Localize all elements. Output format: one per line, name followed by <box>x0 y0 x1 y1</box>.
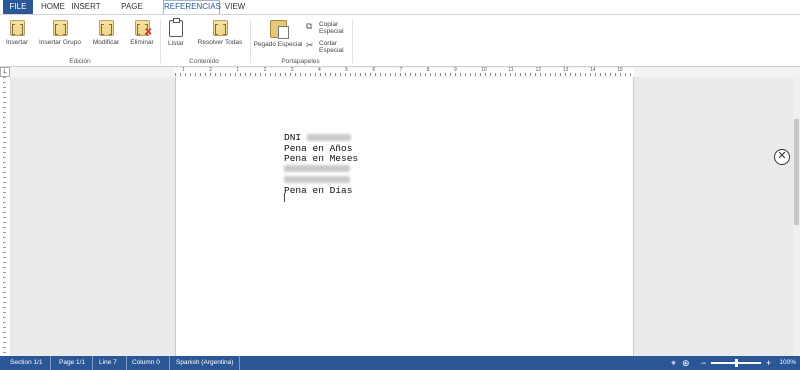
insertar-button[interactable]: Insertar <box>4 20 30 46</box>
cortar-especial-button[interactable]: ✂ Cortar Especial <box>306 40 348 56</box>
ruler-number: 12 <box>535 67 542 73</box>
scissors-icon: ✂ <box>306 40 314 50</box>
text-caret <box>284 193 285 202</box>
ribbon-separator <box>250 19 251 63</box>
ribbon-separator <box>160 19 161 63</box>
horizontal-ruler[interactable]: 1 2 1 2 3 4 5 6 7 8 9 10 11 12 13 14 15 <box>175 67 634 76</box>
editor-app: FILE HOME INSERT PAGE LAYOUT REFERENCIAS… <box>0 0 800 370</box>
tab-home[interactable]: HOME <box>39 0 67 14</box>
ruler-bar: L 1 2 1 2 3 4 5 6 7 8 9 10 11 12 13 14 15 <box>0 67 800 77</box>
contenido-group-label: Contenido <box>189 58 219 65</box>
ruler-number: 13 <box>562 67 569 73</box>
document-line-text: Pena en Años <box>284 142 353 154</box>
zoom-in-button[interactable]: + <box>766 356 771 370</box>
eliminar-label: Eliminar <box>130 39 154 46</box>
ruler-number: 10 <box>481 67 487 73</box>
insert-field-icon <box>9 20 25 36</box>
close-icon[interactable]: ✕ <box>774 149 790 165</box>
delete-field-icon: ✕ <box>134 20 153 38</box>
tab-insert[interactable]: INSERT <box>71 0 101 14</box>
zoom-control: ⌖ ⊕ − + 100% <box>671 356 796 370</box>
ruler-number: 11 <box>508 67 514 73</box>
document-line-text: Pena en Meses <box>284 153 359 164</box>
ruler-number: 14 <box>590 67 596 73</box>
scrollbar-thumb[interactable] <box>794 119 799 225</box>
ruler-number: 8 <box>426 67 430 73</box>
modify-field-icon <box>98 20 114 36</box>
ruler-number: 1 <box>236 67 240 73</box>
tab-stop-selector[interactable]: L <box>0 67 10 77</box>
vertical-ruler[interactable] <box>0 77 10 356</box>
portapapeles-group-label: Portapapeles <box>281 58 320 65</box>
ruler-number: 2 <box>263 67 267 73</box>
zoom-value[interactable]: 100% <box>779 356 796 370</box>
fit-page-icon[interactable]: ⌖ <box>671 356 676 370</box>
ruler-number: 15 <box>617 67 623 73</box>
tab-file[interactable]: FILE <box>3 0 33 14</box>
eliminar-button[interactable]: ✕ Eliminar <box>128 20 156 46</box>
document-page[interactable]: DNI Pena en Años Pena en Meses Pena en Día… <box>175 77 634 356</box>
ruler-number: 5 <box>345 67 348 73</box>
fit-width-icon[interactable]: ⊕ <box>682 356 690 370</box>
resolve-all-icon <box>212 20 228 36</box>
resolver-todas-label: Resolver Todas <box>197 39 243 46</box>
copiar-especial-button[interactable]: ⧉ Copiar Especial <box>306 21 348 37</box>
tab-referencias[interactable]: REFERENCIAS <box>163 0 221 14</box>
listar-button[interactable]: Listar <box>163 18 189 47</box>
listar-label: Listar <box>168 40 184 47</box>
vertical-scrollbar[interactable] <box>793 77 800 356</box>
ribbon-separator <box>352 19 353 63</box>
status-column: Column 0 <box>128 356 170 370</box>
ruler-number: 6 <box>372 67 376 73</box>
zoom-out-button[interactable]: − <box>701 356 706 370</box>
status-page: Page 1/1 <box>55 356 93 370</box>
modificar-label: Modificar <box>92 39 120 46</box>
copiar-label-2: Especial <box>319 28 344 35</box>
cortar-label-1: Cortar <box>319 40 338 47</box>
copy-icon: ⧉ <box>306 21 313 31</box>
ribbon-panel: Insertar Insertar Grupo Modificar ✕ Elim… <box>0 14 800 67</box>
insertar-label: Insertar <box>5 39 29 46</box>
delete-x-icon: ✕ <box>144 27 153 38</box>
ruler-number: 7 <box>399 67 403 73</box>
redacted-value <box>284 165 350 173</box>
pegado-especial-label: Pegado Especial <box>253 41 303 48</box>
document-line[interactable] <box>284 165 358 176</box>
status-bar: Section 1/1 Page 1/1 Line 7 Column 0 Spa… <box>0 356 800 370</box>
redacted-value <box>306 133 351 141</box>
document-workspace: DNI Pena en Años Pena en Meses Pena en Día… <box>0 77 800 356</box>
tab-page-layout[interactable]: PAGE LAYOUT <box>105 0 159 25</box>
insertar-grupo-label: Insertar Grupo <box>39 39 81 46</box>
pegado-especial-button[interactable]: Pegado Especial <box>253 20 303 48</box>
resolver-todas-button[interactable]: Resolver Todas <box>195 20 245 46</box>
document-line[interactable]: Pena en Días <box>284 184 358 197</box>
ruler-number: 9 <box>454 67 457 73</box>
document-line-text: DNI <box>284 132 307 143</box>
redacted-value <box>284 175 350 183</box>
ruler-number: 1 <box>182 67 185 73</box>
status-section: Section 1/1 <box>6 356 51 370</box>
ribbon-tab-bar: FILE HOME INSERT PAGE LAYOUT REFERENCIAS… <box>0 0 800 25</box>
copiar-label-1: Copiar <box>319 21 339 28</box>
edicion-group-label: Edición <box>69 58 91 65</box>
document-line[interactable]: Pena en Meses <box>284 153 359 165</box>
cortar-label-2: Especial <box>319 47 344 54</box>
insert-group-icon <box>52 20 68 36</box>
clipboard-list-icon <box>169 18 183 37</box>
tab-view[interactable]: VIEW <box>224 0 246 14</box>
status-language[interactable]: Spanish (Argentina) <box>172 356 240 370</box>
document-line-text: Pena en Días <box>284 184 353 196</box>
status-line: Line 7 <box>95 356 127 370</box>
insertar-grupo-button[interactable]: Insertar Grupo <box>37 20 83 46</box>
document-body[interactable]: DNI Pena en Años Pena en Meses Pena en Día… <box>284 132 359 197</box>
ruler-number: 4 <box>318 67 321 73</box>
modificar-button[interactable]: Modificar <box>90 20 122 46</box>
zoom-slider-thumb[interactable] <box>735 359 738 367</box>
paste-special-icon <box>269 20 289 39</box>
ruler-number: 3 <box>290 67 294 73</box>
ruler-number: 2 <box>209 67 212 73</box>
